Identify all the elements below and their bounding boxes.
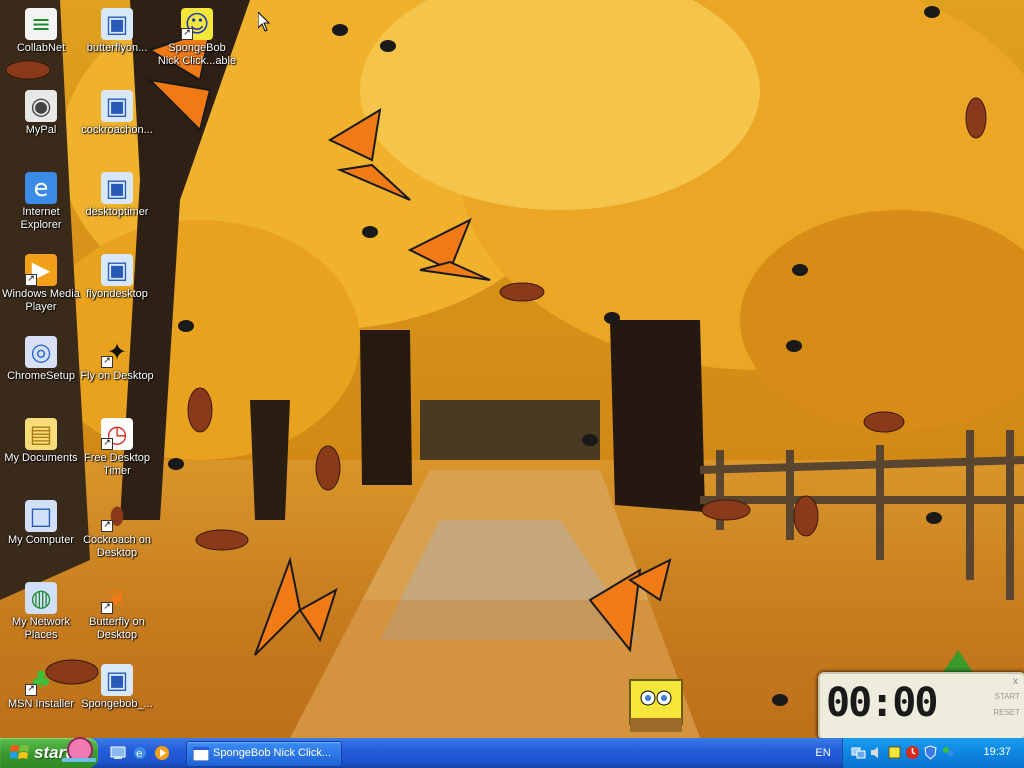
- desktop-icon-label: CollabNet: [16, 42, 66, 54]
- folder-icon: ▤: [25, 418, 57, 450]
- mouse-pointer-icon: [258, 12, 270, 32]
- speaker-icon[interactable]: [869, 745, 884, 760]
- security-icon[interactable]: [923, 745, 938, 760]
- installer-icon: ▣: [101, 172, 133, 204]
- desktop-icon[interactable]: ⬮ ↗ Cockroach on Desktop: [76, 496, 158, 572]
- media-player-icon[interactable]: [154, 745, 170, 761]
- shortcut-arrow-icon: ↗: [101, 356, 113, 368]
- desktop-icon[interactable]: ◎ ChromeSetup: [0, 332, 82, 408]
- timer-close-button[interactable]: x: [1013, 676, 1018, 687]
- show-desktop-icon[interactable]: [110, 745, 126, 761]
- installer-icon: ▣: [101, 90, 133, 122]
- desktop-icon[interactable]: ≡ CollabNet: [0, 4, 82, 80]
- timer-reset-button[interactable]: RESET: [993, 708, 1020, 717]
- shortcut-arrow-icon: ↗: [25, 274, 37, 286]
- desktop-icon-label: Free Desktop Timer: [83, 452, 151, 477]
- windows-logo-icon: [10, 745, 29, 759]
- desktop-icon[interactable]: ▣ cockroachon...: [76, 86, 158, 162]
- butterfly-icon: ❦ ↗: [101, 582, 133, 614]
- mypal-icon: ◉: [25, 90, 57, 122]
- window-app-icon: [193, 747, 209, 761]
- desktop-icon[interactable]: ▶ ↗ Windows Media Player: [0, 250, 82, 326]
- desktop-icon[interactable]: ▣ Spongebob_...: [76, 660, 158, 736]
- timer-display: 00:00: [826, 680, 938, 726]
- desktop-icon-label: MyPal: [25, 124, 57, 136]
- desktop-icon-label: My Network Places: [11, 616, 71, 641]
- shortcut-arrow-icon: ↗: [101, 520, 113, 532]
- spongebob-icon: ☺ ↗: [181, 8, 213, 40]
- desktop-icon[interactable]: ◷ ↗ Free Desktop Timer: [76, 414, 158, 490]
- shortcut-arrow-icon: ↗: [101, 602, 113, 614]
- clock[interactable]: 19:37: [983, 746, 1011, 758]
- messenger-icon[interactable]: [941, 745, 956, 760]
- fly-icon: ✦ ↗: [101, 336, 133, 368]
- desktop-icon[interactable]: ▣ butterflyon...: [76, 4, 158, 80]
- desktop-icon[interactable]: ♣ ↗ MSN Installer: [0, 660, 82, 736]
- installer-icon: ▣: [101, 664, 133, 696]
- spongebob-tray-icon[interactable]: [887, 745, 902, 760]
- installer-icon: ▣: [101, 254, 133, 286]
- desktop-icon-label: Cockroach on Desktop: [83, 534, 151, 559]
- desktop-icon-label: SpongeBob Nick Click...able: [157, 42, 237, 67]
- language-indicator[interactable]: EN: [808, 738, 838, 768]
- spongebob-character: [629, 679, 683, 732]
- desktop-icon-label: My Computer: [7, 534, 75, 546]
- desktop-icon[interactable]: ▣ flyondesktop: [76, 250, 158, 326]
- installer-icon: ▣: [101, 8, 133, 40]
- desktop-icon-label: Fly on Desktop: [80, 370, 154, 382]
- timer-tray-icon[interactable]: [905, 745, 920, 760]
- shortcut-arrow-icon: ↗: [101, 438, 113, 450]
- gary-snail-icon: [62, 737, 96, 762]
- internet-explorer-icon: e: [25, 172, 57, 204]
- desktop-icon-label: Butterfly on Desktop: [89, 616, 145, 641]
- desktop-icon[interactable]: ❦ ↗ Butterfly on Desktop: [76, 578, 158, 654]
- cockroach-icon: ⬮ ↗: [101, 500, 133, 532]
- desktop-icon[interactable]: ▣ desktoptimer: [76, 168, 158, 244]
- collabnet-icon: ≡: [25, 8, 57, 40]
- taskbar-window-button[interactable]: SpongeBob Nick Click...: [186, 741, 342, 767]
- msn-icon: ♣ ↗: [25, 664, 57, 696]
- internet-explorer-icon[interactable]: e: [132, 745, 148, 761]
- network-icon[interactable]: [851, 745, 866, 760]
- timer-icon: ◷ ↗: [101, 418, 133, 450]
- desktop-icon-label: ChromeSetup: [7, 370, 75, 382]
- taskbar-window-label: SpongeBob Nick Click...: [213, 747, 331, 759]
- taskbar: start e SpongeBob Nick Click... EN 19:37: [0, 737, 1024, 768]
- desktop-icon-label: Windows Media Player: [2, 288, 80, 313]
- desktop-icon[interactable]: e Internet Explorer: [0, 168, 82, 244]
- computer-icon: □: [25, 500, 57, 532]
- chrome-setup-icon: ◎: [25, 336, 57, 368]
- timer-start-button[interactable]: START: [995, 692, 1020, 701]
- desktop-icon[interactable]: ◍ My Network Places: [0, 578, 82, 654]
- desktop-icon-label: butterflyon...: [86, 42, 148, 54]
- desktop-icon-label: My Documents: [4, 452, 78, 464]
- desktop-icon-label: Internet Explorer: [20, 206, 62, 231]
- network-icon: ◍: [25, 582, 57, 614]
- desktop-icon[interactable]: ☺ ↗ SpongeBob Nick Click...able: [156, 4, 238, 80]
- desktop-icon-label: desktoptimer: [85, 206, 149, 218]
- desktop-icon[interactable]: □ My Computer: [0, 496, 82, 572]
- quick-launch-bar: e: [104, 738, 182, 768]
- desktop-icon-label: MSN Installer: [7, 698, 75, 710]
- shortcut-arrow-icon: ↗: [181, 28, 193, 40]
- system-tray: 19:37: [842, 738, 1024, 768]
- shortcut-arrow-icon: ↗: [25, 684, 37, 696]
- desktop-icon[interactable]: ✦ ↗ Fly on Desktop: [76, 332, 158, 408]
- media-player-icon: ▶ ↗: [25, 254, 57, 286]
- desktop-icon-label: flyondesktop: [86, 288, 148, 300]
- desktop-icon[interactable]: ▤ My Documents: [0, 414, 82, 490]
- svg-text:e: e: [136, 747, 143, 760]
- start-button[interactable]: start: [0, 737, 98, 768]
- desktop-icon-label: Spongebob_...: [81, 698, 153, 710]
- desktop-timer-widget[interactable]: 00:00 x START RESET: [818, 672, 1024, 740]
- desktop-icon[interactable]: ◉ MyPal: [0, 86, 82, 162]
- desktop-icon-label: cockroachon...: [81, 124, 153, 136]
